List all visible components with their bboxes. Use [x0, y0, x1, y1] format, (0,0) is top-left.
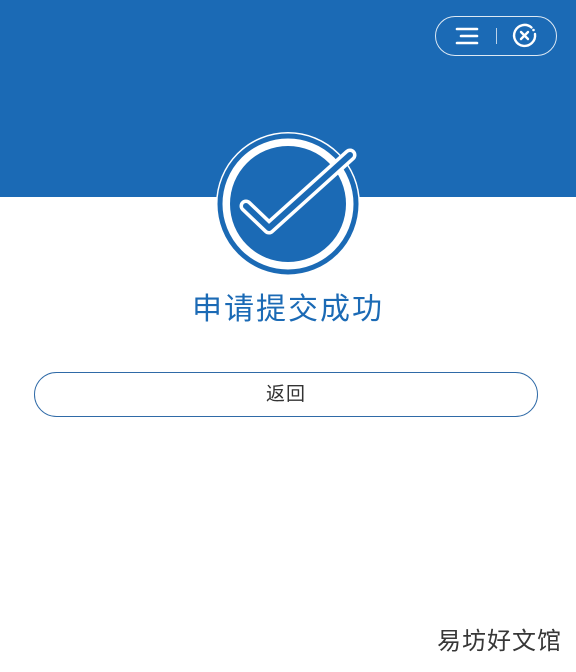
success-title: 申请提交成功: [192, 292, 384, 327]
check-circle-icon: [216, 132, 360, 276]
close-circle-icon: [512, 23, 537, 48]
mini-program-capsule: [435, 16, 557, 56]
back-button[interactable]: 返回: [34, 372, 538, 417]
menu-icon: [455, 27, 479, 45]
close-button[interactable]: [510, 22, 540, 50]
capsule-divider: [496, 28, 497, 44]
watermark: 易坊好文馆: [437, 627, 562, 655]
menu-button[interactable]: [450, 23, 484, 49]
